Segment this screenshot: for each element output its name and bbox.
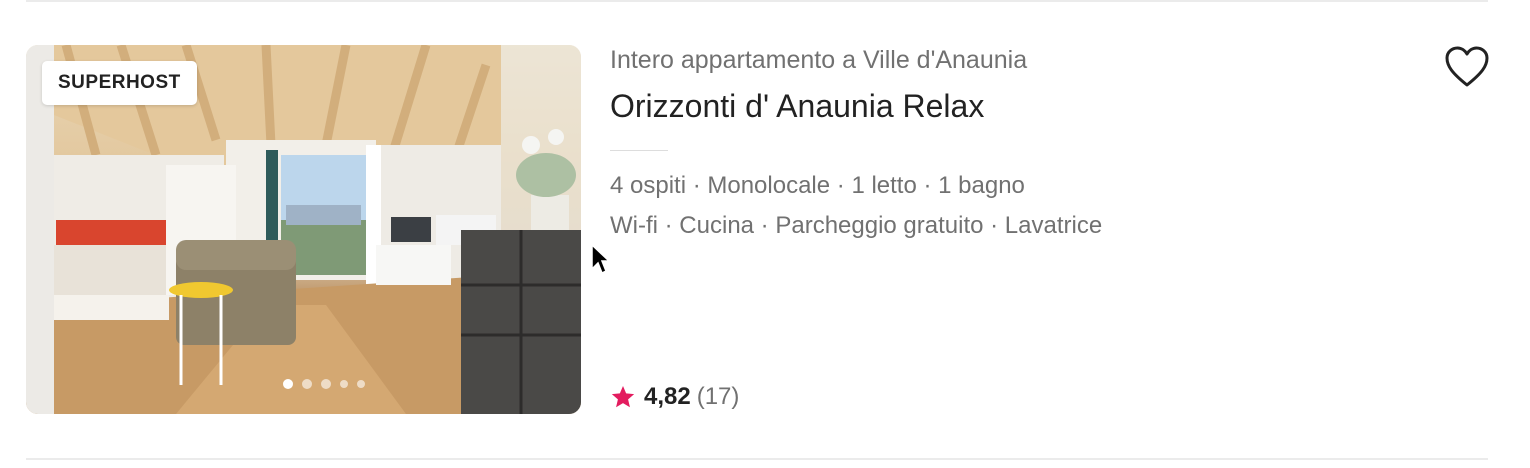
- carousel-dot[interactable]: [282, 379, 293, 389]
- superhost-badge: SUPERHOST: [42, 61, 197, 105]
- carousel-dot[interactable]: [301, 379, 312, 389]
- heart-icon: [1445, 46, 1489, 87]
- carousel-dot[interactable]: [356, 380, 365, 388]
- rating-score: 4,82: [644, 383, 691, 410]
- star-icon: [611, 385, 635, 408]
- bottom-divider: [26, 458, 1488, 460]
- carousel-dot[interactable]: [320, 379, 331, 389]
- listing-amenities: Wi-fi · Cucina · Parcheggio gratuito · L…: [610, 212, 1103, 239]
- title-separator: [610, 150, 668, 151]
- listing-capacity-details: 4 ospiti · Monolocale · 1 letto · 1 bagn…: [610, 172, 1025, 199]
- carousel-dots: [26, 379, 581, 389]
- listing-subtitle: Intero appartamento a Ville d'Anaunia: [610, 46, 1028, 74]
- review-count: (17): [696, 383, 740, 410]
- wishlist-heart-button[interactable]: [1444, 45, 1490, 89]
- listing-rating: 4,82 (17): [610, 383, 739, 411]
- listing-photo-carousel[interactable]: SUPERHOST: [26, 45, 581, 414]
- carousel-dot[interactable]: [339, 380, 348, 388]
- listing-card: SUPERHOST Intero appartamento a Ville d'…: [0, 0, 1530, 468]
- listing-title[interactable]: Orizzonti d' Anaunia Relax: [610, 88, 984, 125]
